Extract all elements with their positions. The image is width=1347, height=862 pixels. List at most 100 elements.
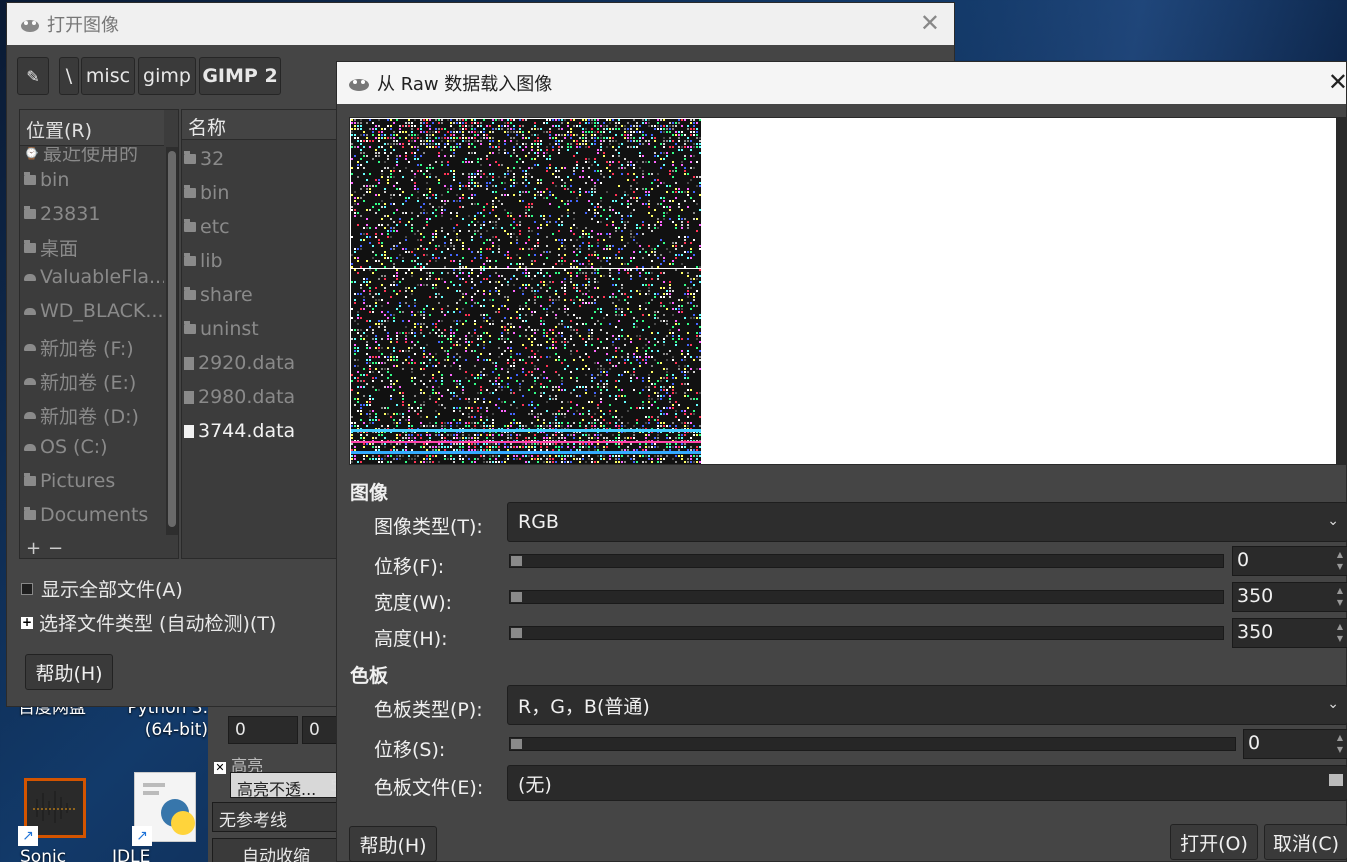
folder-open-icon: [1329, 774, 1343, 786]
open-dialog-help-button[interactable]: 帮助(H): [25, 654, 113, 690]
desktop-icon-label: (64-bit): [144, 720, 208, 740]
path-button-misc[interactable]: misc: [81, 57, 135, 95]
place-documents[interactable]: Documents: [24, 504, 148, 526]
gimp-background-panel: 0 0 ✕ 高亮 高亮不透... 5 无参考线 自动收缩: [208, 700, 342, 862]
spin-field[interactable]: 0: [228, 716, 298, 744]
raw-dialog-titlebar: 从 Raw 数据载入图像 ✕: [337, 62, 1347, 104]
path-button-root[interactable]: \: [59, 57, 79, 95]
file-list-panel: 名称 32 bin etc lib share uninst 2920.data…: [181, 109, 342, 559]
checkbox-checked-icon: ✕: [214, 761, 226, 774]
file-item-folder[interactable]: 32: [184, 148, 224, 170]
place-drive-e[interactable]: 新加卷 (E:): [24, 368, 136, 395]
spin-arrows-icon[interactable]: ▲ ▼: [1335, 621, 1345, 645]
place-drive-c[interactable]: OS (C:): [24, 436, 108, 458]
place-pictures[interactable]: Pictures: [24, 470, 115, 492]
open-dialog-titlebar: 打开图像 ✕: [7, 3, 954, 45]
highlight-mode-combo[interactable]: 高亮不透...: [230, 772, 340, 799]
gimp-icon: [347, 74, 371, 92]
guides-combo[interactable]: 无参考线: [212, 802, 340, 832]
clock-icon: ⌚: [24, 147, 39, 160]
spin-arrows-icon[interactable]: ▲ ▼: [1335, 732, 1345, 756]
place-wd-black[interactable]: WD_BLACK...: [24, 300, 163, 322]
place-desktop[interactable]: 桌面: [24, 234, 78, 261]
type-location-button[interactable]: ✎: [17, 57, 49, 95]
folder-icon: [24, 239, 36, 253]
chevron-down-icon: ⌄: [1327, 513, 1339, 530]
add-bookmark-button[interactable]: +: [26, 538, 41, 559]
places-panel: 位置(R) ⌚ 最近使用的 bin 23831 桌面 ValuableFla...…: [19, 109, 179, 559]
drive-icon: [24, 378, 36, 385]
file-item-folder[interactable]: lib: [184, 250, 223, 272]
palette-offset-input[interactable]: 0 ▲ ▼: [1243, 729, 1347, 759]
preview-scrollbar[interactable]: [1337, 117, 1347, 465]
place-recent[interactable]: ⌚ 最近使用的: [24, 147, 138, 166]
section-image-title: 图像: [350, 482, 389, 504]
minus-icon: −: [48, 538, 64, 559]
remove-bookmark-button[interactable]: −: [48, 538, 63, 559]
folder-icon: [184, 321, 196, 334]
section-palette-title: 色板: [350, 665, 389, 687]
select-file-type-expander[interactable]: + 选择文件类型 (自动检测)(T): [21, 609, 276, 636]
slider-knob[interactable]: [511, 592, 522, 602]
column-header-name[interactable]: 名称: [182, 110, 342, 140]
places-header[interactable]: 位置(R): [20, 110, 164, 146]
place-valuableflag[interactable]: ValuableFla...: [24, 266, 164, 288]
file-item-file[interactable]: 2920.data: [184, 352, 295, 374]
checkbox-icon: [21, 582, 33, 595]
file-icon: [184, 356, 194, 370]
offset-input[interactable]: 0 ▲ ▼: [1232, 546, 1347, 576]
path-button-gimp2[interactable]: GIMP 2: [199, 57, 281, 95]
file-icon: [184, 424, 194, 438]
plus-icon: +: [26, 538, 42, 559]
close-icon[interactable]: ✕: [920, 9, 940, 37]
height-slider[interactable]: [509, 626, 1224, 640]
desktop-icon-idle[interactable]: IDLE (Pytho: [112, 846, 208, 862]
raw-data-dialog: 从 Raw 数据载入图像 ✕ 图像 图像类型(T): RGB ⌄ 位移(F): …: [336, 61, 1347, 862]
place-drive-d[interactable]: 新加卷 (D:): [24, 402, 139, 429]
drive-icon: [24, 307, 36, 315]
desktop-icon-sonic[interactable]: Sonic: [20, 846, 90, 862]
places-scrollbar[interactable]: [166, 147, 178, 535]
close-icon[interactable]: ✕: [1328, 68, 1347, 96]
drive-icon: [24, 412, 36, 419]
file-item-file[interactable]: 2980.data: [184, 386, 295, 408]
file-item-folder[interactable]: share: [184, 284, 253, 306]
image-type-select[interactable]: RGB ⌄: [507, 502, 1347, 542]
show-all-files-checkbox[interactable]: 显示全部文件(A): [21, 575, 183, 602]
spin-arrows-icon[interactable]: ▲ ▼: [1335, 549, 1345, 573]
width-input[interactable]: 350 ▲ ▼: [1232, 582, 1347, 612]
raw-help-button[interactable]: 帮助(H): [349, 826, 437, 862]
file-item-folder[interactable]: etc: [184, 216, 230, 238]
path-button-gimp[interactable]: gimp: [138, 57, 196, 95]
folder-icon: [24, 507, 36, 520]
drive-icon: [24, 443, 36, 451]
height-input[interactable]: 350 ▲ ▼: [1232, 618, 1347, 648]
file-item-folder[interactable]: bin: [184, 182, 229, 204]
expander-plus-icon: +: [21, 614, 33, 629]
slider-knob[interactable]: [511, 739, 522, 749]
open-button[interactable]: 打开(O): [1170, 824, 1258, 860]
palette-file-chooser[interactable]: (无): [507, 765, 1347, 801]
shortcut-arrow-icon: ↗: [18, 826, 38, 846]
raw-preview-area: [349, 117, 1337, 465]
place-23831[interactable]: 23831: [24, 203, 100, 225]
place-bin[interactable]: bin: [24, 169, 69, 191]
shortcut-arrow-icon: ↗: [132, 826, 152, 846]
folder-icon: [24, 206, 36, 219]
auto-shrink-button[interactable]: 自动收缩: [212, 838, 340, 862]
palette-file-label: 色板文件(E):: [374, 777, 484, 799]
slider-knob[interactable]: [511, 556, 522, 566]
slider-knob[interactable]: [511, 628, 522, 638]
places-scrollbar-thumb[interactable]: [168, 151, 176, 527]
width-slider[interactable]: [509, 590, 1224, 604]
place-drive-f[interactable]: 新加卷 (F:): [24, 334, 134, 361]
file-item-folder[interactable]: uninst: [184, 318, 259, 340]
cancel-button[interactable]: 取消(C): [1264, 824, 1347, 860]
palette-offset-slider[interactable]: [509, 737, 1236, 751]
file-item-selected[interactable]: 3744.data: [184, 420, 295, 442]
palette-type-select[interactable]: R，G，B(普通) ⌄: [507, 685, 1347, 725]
offset-label: 位移(F):: [374, 556, 445, 578]
spin-arrows-icon[interactable]: ▲ ▼: [1335, 585, 1345, 609]
drive-icon: [24, 344, 36, 351]
offset-slider[interactable]: [509, 554, 1224, 568]
